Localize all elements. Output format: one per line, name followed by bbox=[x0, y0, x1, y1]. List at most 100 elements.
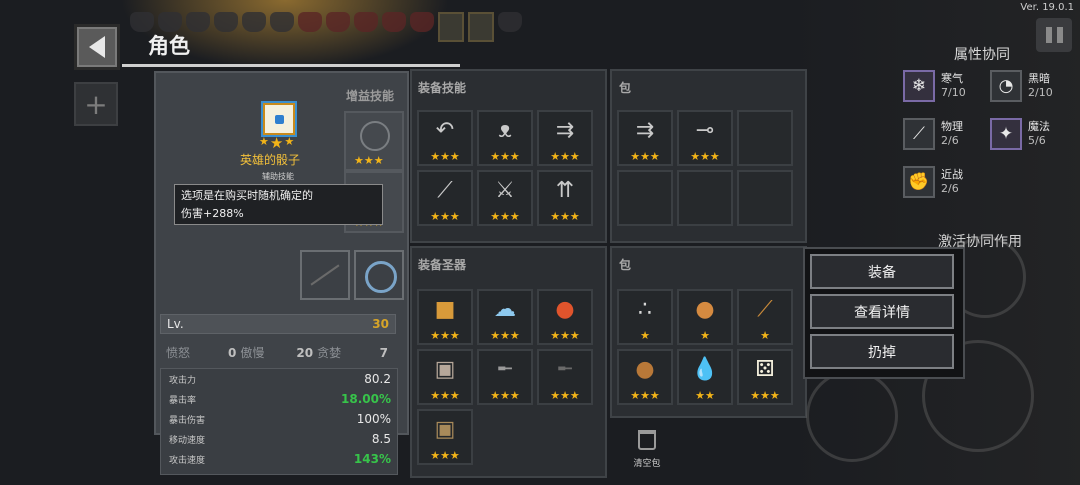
pride-value: 20 bbox=[296, 345, 314, 360]
greed-value: 7 bbox=[379, 345, 388, 360]
item-slot[interactable]: ⟋ ★★★ bbox=[417, 170, 473, 226]
star-rating: ★★★ bbox=[750, 389, 780, 402]
small-orbs-icon: ∴ bbox=[638, 297, 652, 322]
empty-slot[interactable] bbox=[677, 170, 733, 226]
item-slot[interactable]: ● ★★★ bbox=[617, 349, 673, 405]
item-slot[interactable]: ⇉ ★★★ bbox=[537, 110, 593, 166]
synergy-count: 2/10 bbox=[1028, 86, 1053, 99]
trash-icon bbox=[638, 430, 656, 450]
star-rating: ★★★ bbox=[630, 389, 660, 402]
potion-icon bbox=[468, 12, 494, 42]
synergy-count: 5/6 bbox=[1028, 134, 1046, 147]
item-slot[interactable]: ⊸ ★★★ bbox=[677, 110, 733, 166]
heart-icon bbox=[214, 12, 238, 32]
brown-crate-icon: ▣ bbox=[434, 417, 456, 442]
item-name: 英雄的骰子 bbox=[240, 153, 301, 167]
star-rating: ★★★ bbox=[690, 150, 720, 163]
buff-slot[interactable]: ★★★ bbox=[344, 111, 404, 171]
star-rating: ★★★ bbox=[550, 389, 580, 402]
stat-row: 暴击伤害 100% bbox=[169, 412, 391, 426]
equip-button[interactable]: 装备 bbox=[810, 254, 954, 289]
item-slot[interactable]: ᴥ ★★★ bbox=[477, 110, 533, 166]
expand-button[interactable]: + bbox=[74, 82, 118, 126]
buff-skills-label: 增益技能 bbox=[346, 89, 395, 103]
weapon-slot[interactable] bbox=[300, 250, 350, 300]
plus-icon: + bbox=[84, 87, 108, 121]
item-slot[interactable]: ⇉ ★★★ bbox=[617, 110, 673, 166]
panel-title: 装备技能 bbox=[418, 81, 467, 95]
synergy-name: 寒气 bbox=[941, 72, 963, 85]
item-slot[interactable]: ↶ ★★★ bbox=[417, 110, 473, 166]
level-bar: Lv. 30 bbox=[160, 314, 396, 334]
version-label: Ver. 19.0.1 bbox=[1020, 2, 1074, 13]
clear-bag-button[interactable]: 清空包 bbox=[628, 430, 666, 469]
page-title: 角色 bbox=[148, 34, 190, 58]
ring-icon bbox=[365, 261, 397, 293]
star-rating: ★ bbox=[700, 329, 710, 342]
spear-icon: ⊸ bbox=[695, 118, 715, 143]
item-slot[interactable]: ▣ ★★★ bbox=[417, 409, 473, 465]
item-slot[interactable]: ● ★ bbox=[677, 289, 733, 345]
discard-button[interactable]: 扔掉 bbox=[810, 334, 954, 369]
item-slot[interactable]: ■ ★★★ bbox=[417, 289, 473, 345]
title-underline bbox=[122, 64, 460, 67]
star-rating: ★★★ bbox=[490, 389, 520, 402]
empty-slot[interactable] bbox=[737, 110, 793, 166]
star-rating: ★★★ bbox=[490, 150, 520, 163]
greed-label: 贪婪 bbox=[317, 346, 342, 360]
star-rating: ★★★ bbox=[490, 329, 520, 342]
water-drop-icon: 💧 bbox=[691, 357, 719, 382]
grappling-hook-icon: ↶ bbox=[435, 118, 455, 143]
view-details-button[interactable]: 查看详情 bbox=[810, 294, 954, 329]
item-slot[interactable]: ☁ ★★★ bbox=[477, 289, 533, 345]
accessory-slot[interactable] bbox=[354, 250, 404, 300]
star-rating: ★★★ bbox=[550, 329, 580, 342]
star-rating: ★★★ bbox=[490, 210, 520, 223]
synergy-item[interactable]: ✦ 魔法 5/6 bbox=[990, 118, 1050, 150]
synergy-item[interactable]: ❄ 寒气 7/10 bbox=[903, 70, 966, 102]
red-cube-icon: ■ bbox=[434, 297, 456, 322]
star-rating: ★★★ bbox=[430, 449, 460, 462]
rifle-icon: ╾ bbox=[498, 357, 512, 382]
panel-title: 包 bbox=[619, 258, 632, 272]
cookie-icon: ● bbox=[695, 297, 715, 322]
item-slot[interactable]: ╾ ★★★ bbox=[477, 349, 533, 405]
empty-slot[interactable] bbox=[617, 170, 673, 226]
dark-gun-icon: ╾ bbox=[558, 357, 572, 382]
item-slot[interactable]: ⇈ ★★★ bbox=[537, 170, 593, 226]
item-slot[interactable]: ∴ ★ bbox=[617, 289, 673, 345]
synergy-item[interactable]: ⟋ 物理 2/6 bbox=[903, 118, 963, 150]
heart-icon bbox=[326, 12, 350, 32]
traits-row: 愤怒 0 傲慢 20 贪婪 7 bbox=[166, 344, 392, 361]
hero-dice-icon: ⚄ bbox=[755, 357, 775, 382]
synergy-item[interactable]: ◔ 黑暗 2/10 bbox=[990, 70, 1053, 102]
item-slot[interactable]: ● ★★★ bbox=[537, 289, 593, 345]
heart-icon bbox=[270, 12, 294, 32]
bat-icon: ᴥ bbox=[498, 118, 512, 143]
heart-icon bbox=[410, 12, 434, 32]
item-slot[interactable]: ⚔ ★★★ bbox=[477, 170, 533, 226]
potion-icon bbox=[438, 12, 464, 42]
empty-slot[interactable] bbox=[737, 170, 793, 226]
item-slot[interactable]: ╾ ★★★ bbox=[537, 349, 593, 405]
arrow-volley-icon: ⇈ bbox=[555, 178, 575, 203]
star-rating: ★★★ bbox=[430, 329, 460, 342]
synergy-item[interactable]: ✊ 近战 2/6 bbox=[903, 166, 963, 198]
synergy-count: 2/6 bbox=[941, 182, 959, 195]
heart-icon bbox=[298, 12, 322, 32]
item-slot[interactable]: ▣ ★★★ bbox=[417, 349, 473, 405]
heart-icon bbox=[242, 12, 266, 32]
skill-button-ghost bbox=[806, 370, 898, 462]
synergy-count: 2/6 bbox=[941, 134, 959, 147]
item-slot[interactable]: ⟋ ★ bbox=[737, 289, 793, 345]
triple-arrow-icon: ⇉ bbox=[635, 118, 655, 143]
synergy-count: 7/10 bbox=[941, 86, 966, 99]
item-context-menu: 装备 查看详情 扔掉 bbox=[803, 247, 965, 379]
star-rating: ★★★ bbox=[259, 134, 295, 152]
star-rating: ★★★ bbox=[550, 210, 580, 223]
item-slot[interactable]: 💧 ★★ bbox=[677, 349, 733, 405]
tooltip-line: 选项是在购买时随机确定的 bbox=[181, 189, 313, 202]
back-button[interactable] bbox=[74, 24, 120, 70]
item-slot[interactable]: ⚄ ★★★ bbox=[737, 349, 793, 405]
pause-button[interactable] bbox=[1036, 18, 1072, 52]
